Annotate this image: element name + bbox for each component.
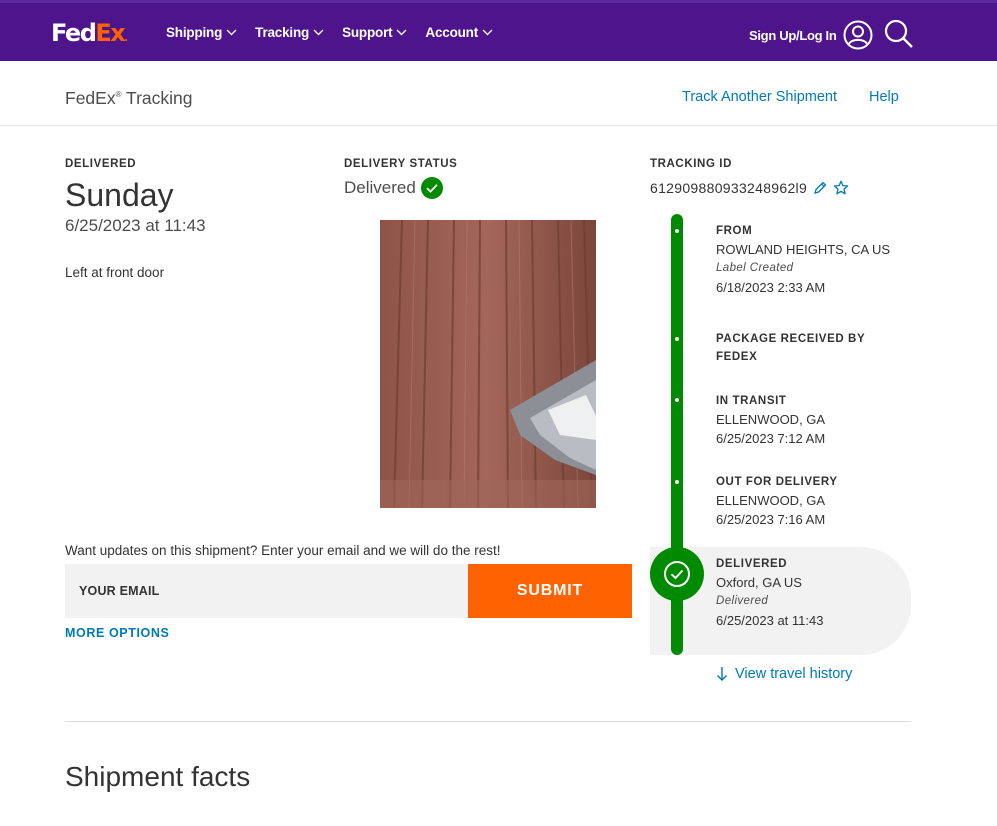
- timeline-dot: [675, 480, 679, 484]
- section-divider: [65, 721, 911, 722]
- timeline-event-delivered: DELIVERED Oxford, GA US Delivered 6/25/2…: [716, 555, 823, 630]
- event-datetime: 6/18/2023 2:33 AM: [716, 280, 826, 295]
- status-row: Delivered: [344, 177, 457, 199]
- event-location: ELLENWOOD, GA: [716, 412, 826, 427]
- pencil-icon: [814, 181, 827, 194]
- timeline-dot: [675, 229, 679, 233]
- top-navigation: FedEx. Shipping Tracking Support Account…: [0, 0, 997, 61]
- view-travel-history-label: View travel history: [735, 666, 853, 682]
- chevron-down-icon: [482, 29, 493, 36]
- track-another-shipment-link[interactable]: Track Another Shipment: [682, 89, 837, 105]
- fedex-logo[interactable]: FedEx.: [51, 19, 128, 53]
- left-at-note: Left at front door: [65, 265, 165, 280]
- help-link[interactable]: Help: [869, 89, 899, 105]
- event-title: FROM: [716, 225, 753, 237]
- nav-tracking[interactable]: Tracking: [255, 25, 324, 40]
- check-circle-icon: [420, 177, 443, 199]
- nav-tracking-label: Tracking: [255, 25, 310, 40]
- event-title-continued: FEDEX: [716, 351, 758, 363]
- arrow-down-icon: [717, 667, 727, 681]
- delivery-status-value: Delivered: [344, 178, 416, 197]
- delivered-datetime: 6/25/2023 at 11:43: [65, 216, 206, 235]
- logo-fed-text: Fed: [51, 19, 97, 47]
- email-updates-prompt: Want updates on this shipment? Enter you…: [65, 543, 501, 558]
- page-title: FedEx® Tracking: [65, 88, 192, 109]
- submit-button[interactable]: SUBMIT: [468, 564, 632, 618]
- star-icon: [833, 180, 849, 195]
- event-datetime: 6/25/2023 7:12 AM: [716, 431, 826, 446]
- chevron-down-icon: [313, 29, 324, 36]
- delivery-status-label: DELIVERY STATUS: [344, 158, 458, 170]
- search-button[interactable]: [884, 19, 914, 54]
- proof-of-delivery-photo[interactable]: [380, 220, 596, 508]
- event-title: IN TRANSIT: [716, 395, 787, 407]
- watch-shipment-button[interactable]: [833, 180, 849, 196]
- delivered-day: Sunday: [65, 177, 174, 213]
- event-title: OUT FOR DELIVERY: [716, 476, 838, 488]
- nav-shipping-label: Shipping: [166, 25, 223, 40]
- logo-dot: .: [124, 33, 129, 44]
- tracking-id-value: 612909880933248962l9: [650, 180, 808, 196]
- chevron-down-icon: [226, 29, 237, 36]
- delivered-label: DELIVERED: [65, 158, 137, 170]
- timeline-dot: [675, 337, 679, 341]
- delivery-photo-image: [380, 220, 596, 508]
- event-location: ROWLAND HEIGHTS, CA US: [716, 242, 891, 257]
- user-circle-icon: [843, 20, 873, 50]
- shipment-facts-heading: Shipment facts: [65, 761, 251, 792]
- nav-account[interactable]: Account: [425, 25, 493, 40]
- event-datetime: 6/25/2023 7:16 AM: [716, 512, 826, 527]
- edit-nickname-button[interactable]: [813, 181, 827, 195]
- tracking-id-section: TRACKING ID 612909880933248962l9: [650, 158, 849, 196]
- timeline-event-from: FROM ROWLAND HEIGHTS, CA US Label Create…: [716, 222, 890, 297]
- main-menu: Shipping Tracking Support Account: [166, 25, 511, 40]
- email-input[interactable]: [65, 564, 468, 618]
- view-travel-history-link[interactable]: View travel history: [716, 666, 852, 682]
- nav-support[interactable]: Support: [342, 25, 407, 40]
- delivery-status: DELIVERY STATUS Delivered: [344, 158, 457, 199]
- sign-in-link[interactable]: Sign Up/Log In: [749, 20, 873, 50]
- logo-ex-text: Ex: [95, 19, 125, 47]
- timeline-event-in-transit: IN TRANSIT ELLENWOOD, GA 6/25/2023 7:12 …: [716, 392, 825, 448]
- event-status: Label Created: [716, 262, 794, 274]
- delivered-summary: DELIVERED Sunday 6/25/2023 at 11:43 Left…: [65, 158, 206, 280]
- nav-support-label: Support: [342, 25, 393, 40]
- check-circle-outline-icon: [664, 561, 690, 587]
- sign-in-label: Sign Up/Log In: [749, 27, 837, 43]
- page-title-suffix: Tracking: [121, 88, 193, 108]
- event-status: Delivered: [716, 595, 769, 607]
- page-title-brand: FedEx: [65, 88, 116, 108]
- event-location: Oxford, GA US: [716, 575, 802, 590]
- timeline-dot: [675, 398, 679, 402]
- more-options-link[interactable]: MORE OPTIONS: [65, 626, 169, 640]
- chevron-down-icon: [396, 29, 407, 36]
- delivered-check-badge: [650, 547, 704, 601]
- event-datetime: 6/25/2023 at 11:43: [716, 613, 824, 628]
- timeline-event-out-for-delivery: OUT FOR DELIVERY ELLENWOOD, GA 6/25/2023…: [716, 473, 838, 529]
- nav-account-label: Account: [425, 25, 479, 40]
- event-location: ELLENWOOD, GA: [716, 493, 826, 508]
- search-icon: [884, 19, 913, 48]
- tracking-id-row: 612909880933248962l9: [650, 180, 849, 196]
- event-title: DELIVERED: [716, 558, 788, 570]
- timeline-event-received: PACKAGE RECEIVED BY FEDEX: [716, 330, 865, 366]
- event-title: PACKAGE RECEIVED BY: [716, 333, 866, 345]
- tracking-id-label: TRACKING ID: [650, 158, 732, 170]
- tracking-subheader: FedEx® Tracking Track Another Shipment H…: [0, 61, 997, 126]
- nav-shipping[interactable]: Shipping: [166, 25, 237, 40]
